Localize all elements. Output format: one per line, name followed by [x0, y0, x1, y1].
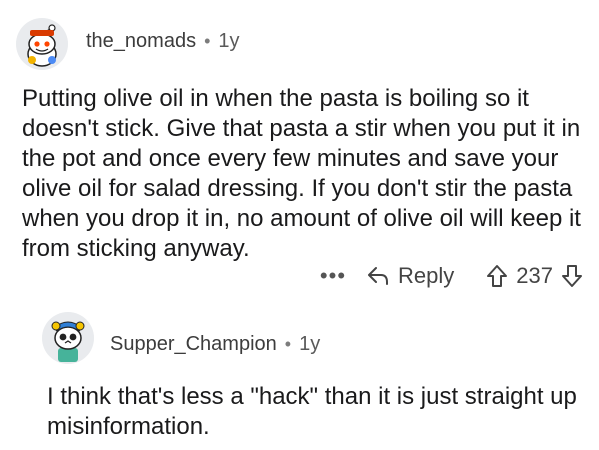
username[interactable]: the_nomads [86, 30, 196, 53]
comment-meta: Supper_Champion • 1y [110, 333, 320, 356]
vote-count: 237 [516, 263, 553, 288]
comment-meta: the_nomads • 1y [86, 30, 240, 53]
snoo-avatar-icon [16, 18, 68, 70]
meta-separator: • [284, 334, 292, 354]
comment-actions: ••• Reply 237 [320, 257, 583, 295]
comment-age: 1y [218, 30, 240, 52]
upvote-arrow-icon[interactable] [486, 264, 508, 288]
comment-body: Putting olive oil in when the pasta is b… [22, 85, 581, 262]
skull-avatar-icon [42, 312, 94, 364]
username[interactable]: Supper_Champion [110, 333, 277, 356]
vote-controls: 237 [486, 263, 583, 289]
reply-label: Reply [398, 263, 455, 288]
comment-body: I think that's less a "hack" than it is … [47, 383, 577, 440]
meta-separator: • [204, 31, 211, 51]
reply-arrow-icon [368, 267, 389, 285]
reply-button[interactable]: Reply [366, 263, 454, 289]
more-options-button[interactable]: ••• [320, 263, 346, 289]
user-avatar[interactable] [16, 18, 68, 70]
downvote-arrow-icon[interactable] [561, 264, 583, 288]
user-avatar[interactable] [42, 312, 94, 364]
comment-age: 1y [299, 333, 321, 355]
